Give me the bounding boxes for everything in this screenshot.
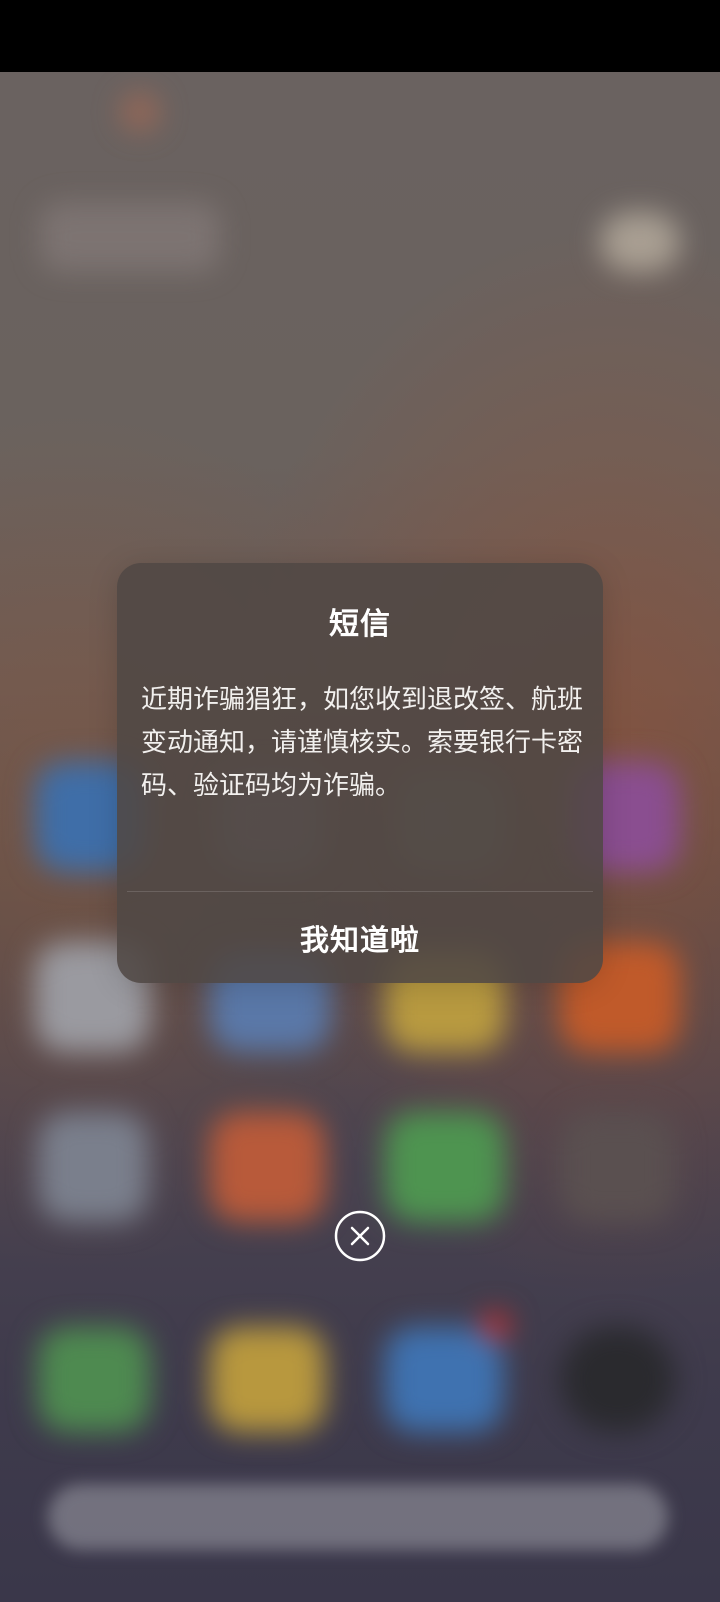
- close-button[interactable]: [334, 1210, 386, 1262]
- sms-warning-dialog: 短信 近期诈骗猖狂，如您收到退改签、航班变动通知，请谨慎核实。索要银行卡密码、验…: [117, 563, 603, 983]
- search-bar: [48, 1484, 668, 1550]
- status-bar: [0, 0, 720, 72]
- dialog-message: 近期诈骗猖狂，如您收到退改签、航班变动通知，请谨慎核实。索要银行卡密码、验证码均…: [141, 685, 584, 801]
- confirm-button[interactable]: 我知道啦: [117, 893, 603, 983]
- dialog-divider: [127, 891, 593, 892]
- dialog-title: 短信: [329, 607, 391, 642]
- close-circle-icon: [334, 1210, 386, 1262]
